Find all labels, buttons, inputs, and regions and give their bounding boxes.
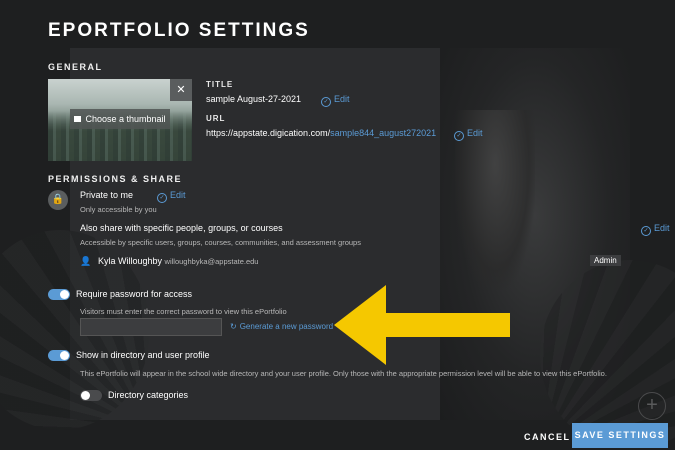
edit-icon: ✓ [321,97,331,107]
user-role-badge: Admin [590,255,621,266]
directory-categories-label: Directory categories [108,390,189,400]
share-edit-button[interactable]: ✓ Edit [641,223,670,236]
directory-categories-toggle[interactable] [80,390,102,401]
url-label: URL [206,114,226,123]
directory-description: This ePortfolio will appear in the schoo… [80,369,607,378]
toggle-knob [81,391,90,400]
save-settings-button[interactable]: SAVE SETTINGS [572,423,668,448]
private-title: Private to me [80,190,134,200]
general-section-title: GENERAL [48,62,103,72]
title-edit-button[interactable]: ✓ Edit [321,94,350,107]
pointer-arrow-icon [334,285,510,365]
require-password-toggle[interactable] [48,289,70,300]
password-input[interactable] [80,318,222,336]
show-directory-label: Show in directory and user profile [76,350,210,360]
choose-thumbnail-button[interactable]: Choose a thumbnail [70,109,170,129]
refresh-icon: ↻ [230,322,237,331]
require-password-label: Require password for access [76,289,193,299]
toggle-knob [60,290,69,299]
thumbnail[interactable]: ✕ Choose a thumbnail [48,79,192,161]
show-directory-toggle[interactable] [48,350,70,361]
url-edit-button[interactable]: ✓ Edit [454,128,483,141]
url-slug-link[interactable]: sample844_august272021 [330,128,436,138]
generate-password-link[interactable]: ↻ Generate a new password [230,322,333,331]
edit-icon: ✓ [641,226,651,236]
lock-icon: 🔒 [48,190,68,210]
page-title: EPORTFOLIO SETTINGS [48,20,310,41]
private-edit-button[interactable]: ✓ Edit [157,190,186,203]
cancel-button[interactable]: CANCEL [524,432,571,442]
user-email: willoughbyka@appstate.edu [164,257,259,266]
close-icon[interactable]: ✕ [170,79,192,101]
edit-icon: ✓ [157,193,167,203]
add-icon: + [638,392,666,420]
password-hint: Visitors must enter the correct password… [80,307,287,316]
user-icon: 👤 [80,256,92,266]
title-value: sample August-27-2021 [206,94,302,104]
private-subtitle: Only accessible by you [80,205,157,214]
permissions-section-title: PERMISSIONS & SHARE [48,174,183,184]
url-prefix: https://appstate.digication.com/ [206,128,331,138]
user-name: Kyla Willoughby [98,256,163,266]
toggle-knob [60,351,69,360]
url-value: https://appstate.digication.com/sample84… [206,128,436,138]
share-title: Also share with specific people, groups,… [80,223,283,233]
image-icon [74,116,82,122]
choose-thumbnail-label: Choose a thumbnail [85,114,166,124]
user-row: Kyla Willoughby willoughbyka@appstate.ed… [98,256,258,266]
share-subtitle: Accessible by specific users, groups, co… [80,238,361,247]
title-label: TITLE [206,80,234,89]
edit-icon: ✓ [454,131,464,141]
